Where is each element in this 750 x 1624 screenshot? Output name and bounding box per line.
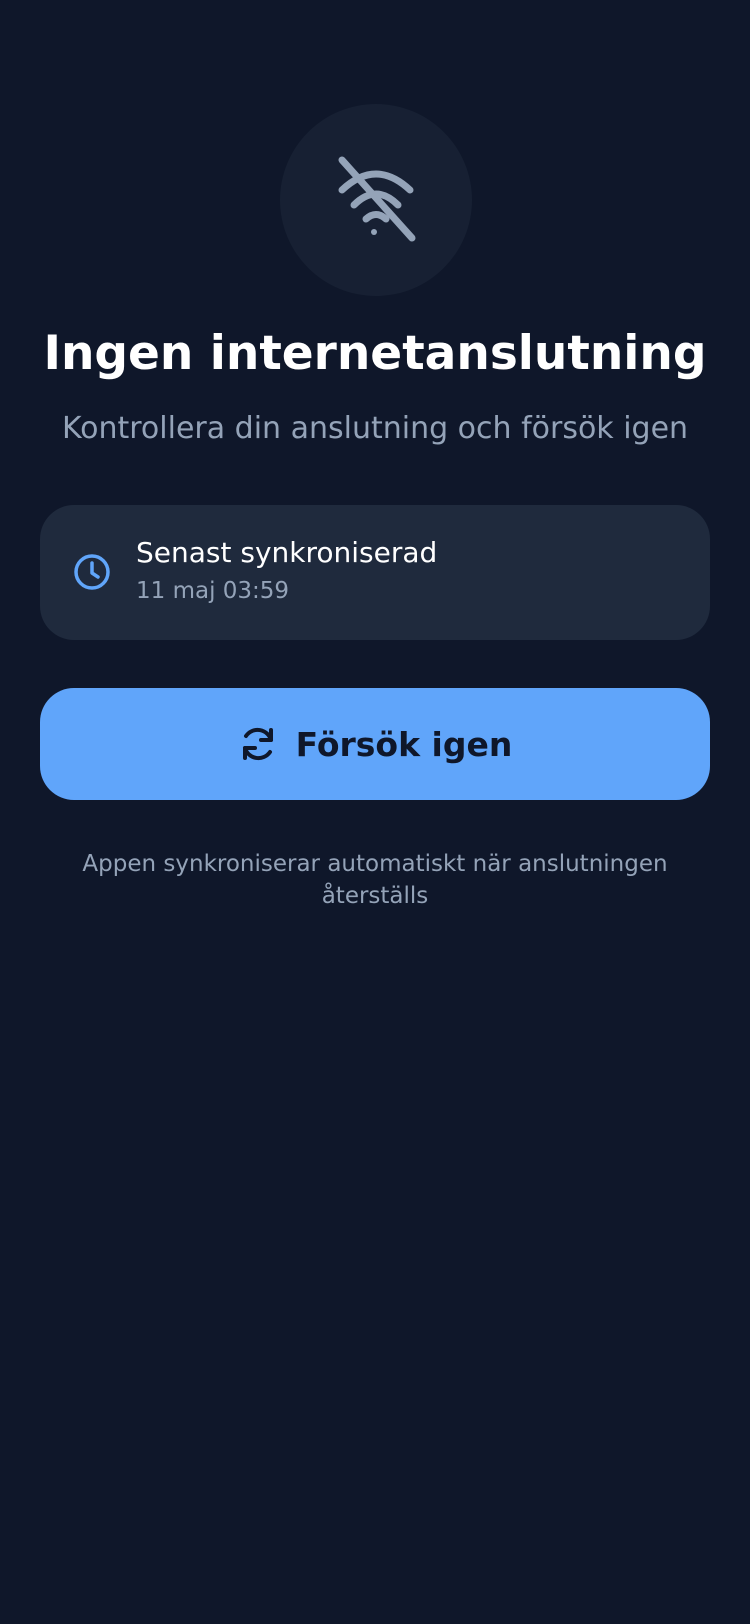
offline-screen: Ingen internetanslutning Kontrollera din… bbox=[0, 0, 750, 1624]
page-subtitle: Kontrollera din anslutning och försök ig… bbox=[61, 411, 689, 446]
last-sync-timestamp: 11 maj 03:59 bbox=[136, 578, 290, 604]
page-title: Ingen internetanslutning bbox=[43, 326, 707, 381]
clock-icon bbox=[74, 554, 110, 590]
wifi-off-icon-badge bbox=[280, 104, 472, 296]
last-sync-card bbox=[40, 505, 710, 640]
refresh-icon bbox=[242, 727, 273, 761]
retry-button-label: Försök igen bbox=[295, 724, 513, 764]
wifi-off-icon bbox=[338, 156, 416, 242]
retry-button[interactable]: Försök igen bbox=[40, 688, 710, 800]
auto-sync-note: Appen synkroniserar automatiskt när ansl… bbox=[82, 851, 668, 909]
last-sync-label: Senast synkroniserad bbox=[136, 536, 438, 569]
